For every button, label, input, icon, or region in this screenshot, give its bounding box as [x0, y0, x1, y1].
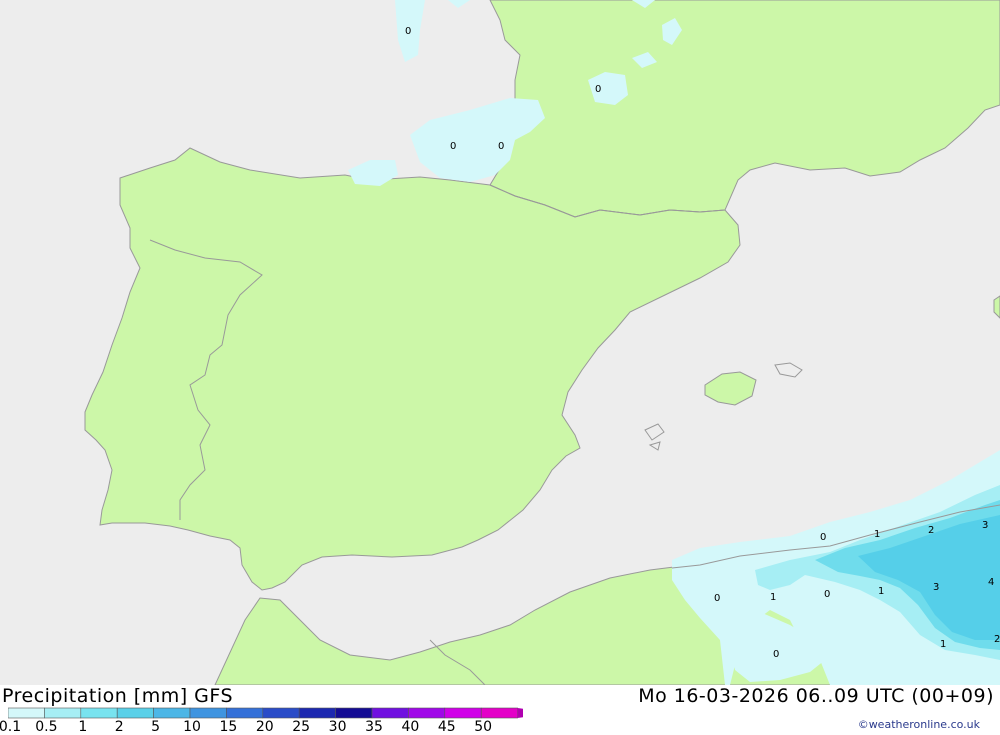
scale-cell — [408, 707, 446, 719]
scale-cell — [80, 707, 118, 719]
label-alg-7: 1 — [940, 639, 946, 650]
label-alg-5: 3 — [933, 582, 939, 593]
scale-cell — [226, 707, 264, 719]
label-med-4: 3 — [982, 520, 988, 531]
scale-cell — [153, 707, 191, 719]
scale-cell — [444, 707, 482, 719]
scale-arrow — [517, 708, 523, 718]
label-paris: 0 — [595, 84, 601, 95]
label-med-3: 2 — [928, 525, 934, 536]
label-alg-6: 4 — [988, 577, 994, 588]
precipitation-map: 0 0 0 0 0 1 2 3 0 1 0 1 3 4 1 2 0 — [0, 0, 1000, 685]
label-alg-8: 2 — [994, 634, 1000, 645]
label-biscay-2: 0 — [498, 141, 504, 152]
scale-cell — [262, 707, 300, 719]
scale-cell — [371, 707, 409, 719]
label-channel: 0 — [405, 26, 411, 37]
scale-cell — [335, 707, 373, 719]
scale-cell — [116, 707, 154, 719]
label-alg-2: 1 — [770, 592, 776, 603]
credit: ©weatheronline.co.uk — [857, 718, 980, 731]
label-biscay-1: 0 — [450, 141, 456, 152]
label-alg-9: 0 — [773, 649, 779, 660]
scale-cell — [298, 707, 336, 719]
label-alg-3: 0 — [824, 589, 830, 600]
product-title: Precipitation [mm] GFS — [2, 685, 234, 707]
scale-cell — [44, 707, 82, 719]
label-alg-4: 1 — [878, 586, 884, 597]
scale-cell — [8, 707, 45, 719]
scale-cell — [480, 707, 518, 719]
scale-cell — [189, 707, 227, 719]
label-alg-1: 0 — [714, 593, 720, 604]
valid-time: Mo 16-03-2026 06..09 UTC (00+09) — [638, 685, 994, 707]
label-med-2: 1 — [874, 529, 880, 540]
label-med-1: 0 — [820, 532, 826, 543]
color-scale — [8, 707, 523, 719]
legend-footer: Precipitation [mm] GFS Mo 16-03-2026 06.… — [0, 685, 1000, 735]
